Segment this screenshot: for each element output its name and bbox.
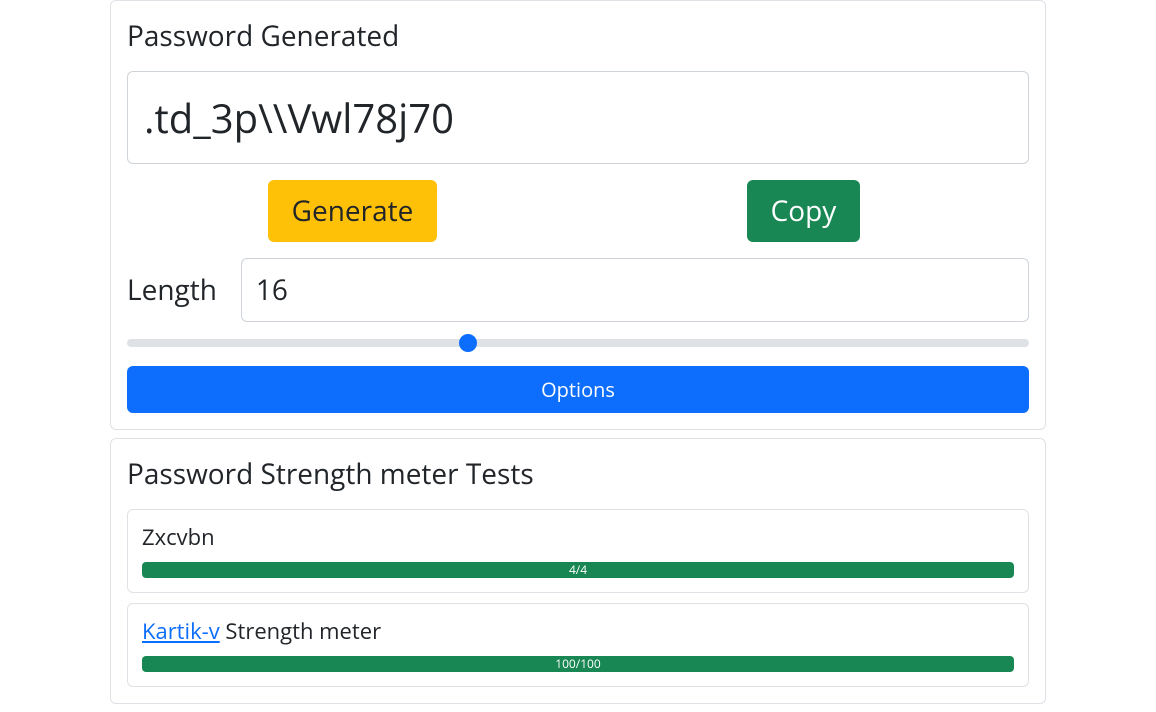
length-row: Length (127, 258, 1029, 322)
password-generated-heading: Password Generated (127, 17, 1029, 55)
strength-progress: 4/4 (142, 562, 1014, 578)
strength-test-name-text: Zxcvbn (142, 522, 215, 552)
strength-progress: 100/100 (142, 656, 1014, 672)
password-output[interactable] (127, 71, 1029, 164)
strength-test-name-suffix: Strength meter (220, 616, 381, 646)
strength-test-name: Zxcvbn (142, 522, 1014, 552)
strength-test-item: Kartik-v Strength meter 100/100 (127, 603, 1029, 687)
strength-test-name: Kartik-v Strength meter (142, 616, 1014, 646)
strength-test-item: Zxcvbn 4/4 (127, 509, 1029, 593)
length-label: Length (127, 271, 217, 309)
generator-button-row: Generate Copy (127, 180, 1029, 242)
strength-tests-heading: Password Strength meter Tests (127, 455, 1029, 493)
strength-tests-panel: Password Strength meter Tests Zxcvbn 4/4… (110, 438, 1046, 704)
length-slider-wrap (127, 330, 1029, 352)
copy-button[interactable]: Copy (747, 180, 861, 242)
password-generated-panel: Password Generated Generate Copy Length … (110, 0, 1046, 430)
strength-test-link[interactable]: Kartik-v (142, 616, 220, 646)
strength-progress-bar: 4/4 (142, 562, 1014, 578)
length-input[interactable] (241, 258, 1029, 322)
generate-button[interactable]: Generate (268, 180, 438, 242)
length-slider[interactable] (127, 339, 1029, 347)
strength-progress-bar: 100/100 (142, 656, 1014, 672)
options-button[interactable]: Options (127, 366, 1029, 413)
